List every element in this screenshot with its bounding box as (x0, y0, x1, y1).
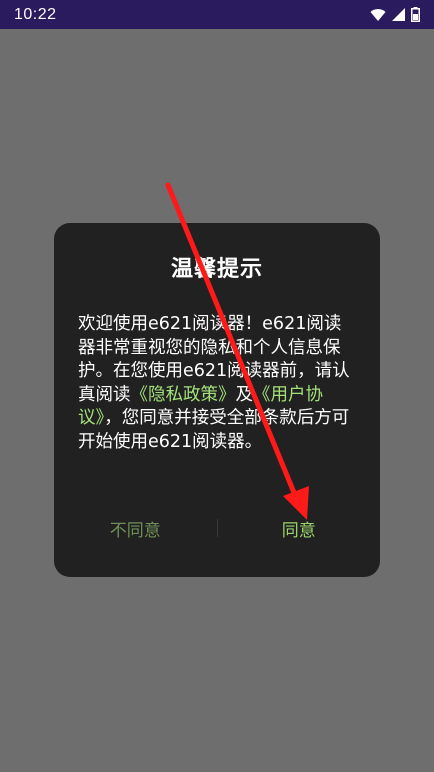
body-outro: ，您同意并接受全部条款后方可开始使用e621阅读器。 (78, 408, 350, 452)
privacy-dialog: 温馨提示 欢迎使用e621阅读器！e621阅读器非常重视您的隐私和个人信息保护。… (54, 223, 380, 577)
disagree-button[interactable]: 不同意 (54, 515, 217, 542)
status-bar: 10:22 (0, 0, 434, 29)
wifi-icon (370, 8, 386, 22)
status-time: 10:22 (14, 5, 57, 23)
dialog-body: 欢迎使用e621阅读器！e621阅读器非常重视您的隐私和个人信息保护。在您使用e… (78, 313, 356, 454)
status-icons (370, 7, 420, 22)
body-and: 及 (235, 384, 254, 405)
privacy-policy-link[interactable]: 《隐私政策》 (131, 385, 236, 405)
battery-icon (411, 7, 420, 22)
signal-icon (392, 8, 405, 21)
dialog-title: 温馨提示 (170, 257, 263, 282)
agree-button[interactable]: 同意 (218, 515, 381, 542)
dialog-actions: 不同意 同意 (54, 513, 380, 543)
